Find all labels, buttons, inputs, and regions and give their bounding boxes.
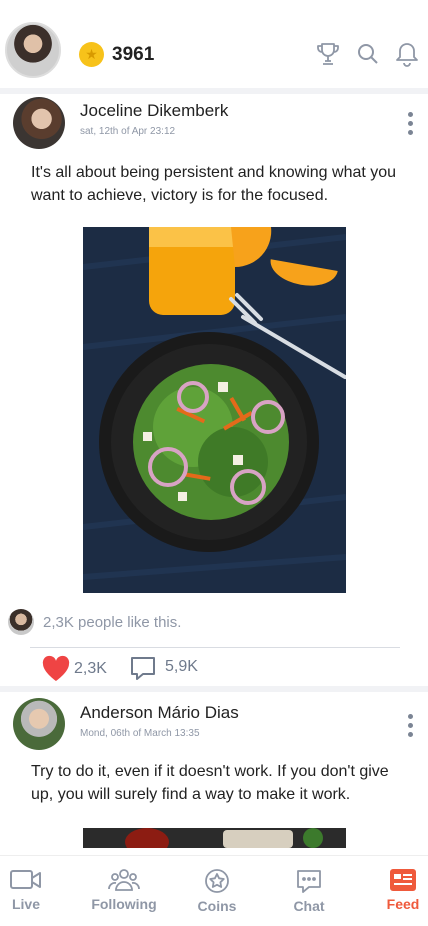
nav-label: Coins [197,898,237,914]
comment-button[interactable]: 5,9K [129,655,198,683]
section-divider [0,88,428,94]
likes-summary-text: 2,3K people like this. [43,613,182,631]
user-avatar[interactable] [5,22,61,78]
more-options-icon[interactable] [407,714,413,737]
likes-summary[interactable]: 2,3K people like this. [8,608,181,636]
nav-label: Chat [293,898,325,914]
post-author-avatar[interactable] [13,698,65,750]
liker-avatar [8,609,34,635]
trophy-icon[interactable] [314,40,342,68]
coin-icon: ★ [79,42,104,67]
post-date: Mond, 06th of March 13:35 [80,728,200,739]
more-options-icon[interactable] [407,112,413,135]
post-image[interactable] [83,227,346,593]
nav-label: Live [11,896,40,912]
group-icon [108,869,140,891]
nav-chat[interactable]: Chat [269,868,349,914]
nav-label: Following [91,896,157,912]
video-camera-icon [10,870,41,889]
search-icon[interactable] [354,40,382,68]
post-author-name[interactable]: Anderson Mário Dias [80,703,239,723]
post-author-name[interactable]: Joceline Dikemberk [80,101,228,121]
nav-label: Feed [386,896,420,912]
bell-icon[interactable] [393,40,421,68]
star-coin-icon [205,869,229,893]
nav-coins[interactable]: Coins [177,868,257,914]
post-text: It's all about being persistent and know… [31,164,397,204]
like-count: 2,3K [74,660,107,677]
post-divider [30,647,400,648]
feed-icon [390,869,416,891]
bottom-navigation: Live Following Coins Chat Feed [0,855,428,926]
heart-icon [42,655,70,681]
post-image[interactable] [83,828,346,848]
nav-following[interactable]: Following [84,868,164,912]
post-author-avatar[interactable] [13,97,65,149]
nav-feed[interactable]: Feed [363,868,428,912]
section-divider [0,686,428,692]
post-text: Try to do it, even if it doesn't work. I… [31,763,389,803]
chat-bubble-icon [297,870,321,893]
comment-count: 5,9K [165,658,198,675]
comment-icon [131,657,155,680]
like-button[interactable]: 2,3K [41,655,107,683]
top-bar: ★ 3961 [0,0,428,88]
post-date: sat, 12th of Apr 23:12 [80,126,176,137]
coin-balance: 3961 [112,44,155,65]
nav-live[interactable]: Live [0,868,66,912]
